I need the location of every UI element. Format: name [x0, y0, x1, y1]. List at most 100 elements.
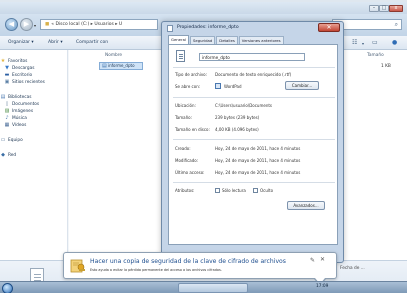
created-value: Hoy, 24 de mayo de 2011, hace 4 minutos — [215, 146, 301, 151]
checkbox-box — [215, 188, 220, 193]
readonly-label: Sólo lectura — [222, 188, 246, 193]
maximize-button[interactable]: □ — [379, 5, 389, 12]
column-header-size[interactable]: Tamaño — [367, 53, 384, 58]
accessed-label: Último acceso: — [175, 170, 205, 175]
open-button[interactable]: Abrir ▾ — [48, 40, 63, 45]
nav-item-label: Favoritos — [8, 59, 28, 64]
organize-button[interactable]: Organizar ▾ — [8, 40, 34, 45]
nav-item-label: Equipo — [8, 138, 23, 143]
opens-with-label: Se abre con: — [175, 84, 201, 89]
navigation-pane: ★ Favoritos ▼ Descargas ▬ Escritorio ▣ Sitio… — [0, 50, 68, 260]
minimize-button[interactable]: – — [369, 5, 379, 12]
recent-places-icon: ▣ — [4, 79, 10, 85]
tab-details[interactable]: Detalles — [216, 36, 238, 44]
tab-previous-versions[interactable]: Versiones anteriores — [238, 36, 284, 44]
notification-title: Hacer una copia de seguridad de la clave… — [90, 258, 286, 265]
file-name: informe_dpto — [108, 63, 135, 68]
dialog-titlebar: Propiedades: informe_dpto — [166, 24, 342, 34]
advanced-button[interactable]: Avanzados... — [287, 201, 325, 210]
readonly-checkbox[interactable]: Sólo lectura — [215, 188, 246, 193]
nav-item-desktop[interactable]: ▬ Escritorio — [0, 72, 67, 79]
accessed-value: Hoy, 24 de mayo de 2011, hace 4 minutos — [215, 170, 301, 175]
location-label: Ubicación: — [175, 103, 196, 108]
recent-pages-dropdown-icon[interactable]: ▾ — [34, 23, 36, 28]
general-tab-panel: Tipo de archivo: Documento de texto enri… — [168, 44, 338, 245]
computer-icon: ▭ — [0, 137, 6, 143]
dialog-close-button[interactable]: ✕ — [318, 23, 340, 32]
wordpad-icon — [215, 83, 221, 89]
nav-item-computer[interactable]: ▭ Equipo — [0, 137, 67, 144]
nav-item-downloads[interactable]: ▼ Descargas — [0, 65, 67, 72]
start-button[interactable] — [2, 283, 13, 293]
nav-item-favorites[interactable]: ★ Favoritos — [0, 58, 67, 65]
taskbar-explorer-button[interactable] — [178, 283, 248, 293]
explorer-titlebar: – □ x — [0, 2, 407, 14]
dialog-title: Propiedades: informe_dpto — [177, 25, 239, 30]
document-icon — [167, 25, 173, 32]
nav-item-videos[interactable]: ▦ Vídeos — [0, 122, 67, 129]
back-arrow-icon: ◀ — [8, 20, 15, 28]
column-header-name[interactable]: Nombre — [105, 53, 122, 58]
divider — [173, 182, 335, 183]
file-name-field[interactable] — [199, 53, 305, 61]
notification-balloon[interactable]: Hacer una copia de seguridad de la clave… — [63, 252, 337, 286]
folder-icon: ■ — [45, 22, 50, 27]
forward-arrow-icon: ▶ — [23, 20, 30, 28]
divider — [173, 67, 335, 68]
nav-item-label: Imágenes — [12, 109, 34, 114]
created-label: Creado: — [175, 146, 191, 151]
hidden-checkbox[interactable]: Oculto — [253, 188, 273, 193]
file-row-selected[interactable]: ▤ informe_dpto — [99, 62, 143, 70]
nav-item-label: Escritorio — [12, 73, 33, 78]
type-label: Tipo de archivo: — [175, 72, 207, 77]
library-icon: ▤ — [0, 94, 6, 100]
nav-item-libraries[interactable]: ▤ Bibliotecas — [0, 94, 67, 101]
documents-icon: ▯ — [5, 101, 9, 107]
rtf-file-icon: ▤ — [102, 63, 107, 69]
notification-text: Esto ayuda a evitar la pérdida permanent… — [90, 268, 222, 272]
hidden-label: Oculto — [260, 188, 274, 193]
size-on-disk-value: 4,00 KB (4.096 bytes) — [215, 127, 259, 132]
pictures-icon: ▨ — [4, 108, 10, 114]
modified-value: Hoy, 24 de mayo de 2011, hace 4 minutos — [215, 158, 301, 163]
nav-item-label: Descargas — [12, 66, 35, 71]
size-value: 239 bytes (239 bytes) — [215, 115, 260, 120]
nav-item-pictures[interactable]: ▨ Imágenes — [0, 108, 67, 115]
nav-item-music[interactable]: ♪ Música — [0, 115, 67, 122]
share-button[interactable]: Compartir con — [76, 40, 108, 45]
music-icon: ♪ — [5, 115, 9, 121]
options-icon[interactable]: ✎ — [310, 257, 315, 264]
nav-item-documents[interactable]: ▯ Documentos — [0, 101, 67, 108]
key-certificate-icon — [70, 259, 85, 273]
address-input[interactable]: ■ « Disco local (C:) ▸ Usuarios ▸ U — [40, 19, 158, 30]
search-icon: ⌕ — [394, 21, 398, 28]
tab-general[interactable]: General — [168, 35, 189, 44]
preview-pane-icon[interactable]: ▭ — [372, 39, 378, 46]
download-folder-icon: ▼ — [5, 65, 9, 71]
desktop-icon: ▬ — [4, 72, 10, 78]
forward-button[interactable]: ▶ — [20, 18, 33, 31]
view-options-dropdown-icon[interactable]: ▾ — [362, 41, 364, 46]
details-date: Fecha de ... — [340, 266, 365, 271]
change-button[interactable]: Cambiar... — [285, 81, 319, 90]
close-window-button[interactable]: x — [389, 5, 403, 12]
opens-with-value: WordPad — [224, 84, 242, 89]
back-button[interactable]: ◀ — [5, 18, 18, 31]
divider — [173, 139, 335, 140]
nav-item-recent[interactable]: ▣ Sitios recientes — [0, 79, 67, 86]
nav-item-network[interactable]: ◆ Red — [0, 152, 67, 159]
change-view-icon[interactable]: ☷ — [352, 39, 357, 46]
dialog-tabs: General Seguridad Detalles Versiones anteri… — [168, 35, 340, 44]
nav-item-label: Documentos — [12, 102, 40, 107]
properties-dialog: Propiedades: informe_dpto ✕ General Segur… — [161, 21, 344, 263]
clock[interactable]: 17:09 — [316, 284, 328, 289]
nav-item-label: Vídeos — [12, 123, 27, 128]
help-icon[interactable]: ● — [392, 39, 397, 46]
divider — [173, 97, 335, 98]
videos-icon: ▦ — [4, 122, 10, 128]
size-label: Tamaño: — [175, 115, 192, 120]
notification-close-icon[interactable]: ✕ — [320, 256, 325, 263]
type-value: Documento de texto enriquecido (.rtf) — [215, 72, 292, 77]
nav-item-label: Música — [12, 116, 27, 121]
tab-security[interactable]: Seguridad — [189, 36, 216, 44]
